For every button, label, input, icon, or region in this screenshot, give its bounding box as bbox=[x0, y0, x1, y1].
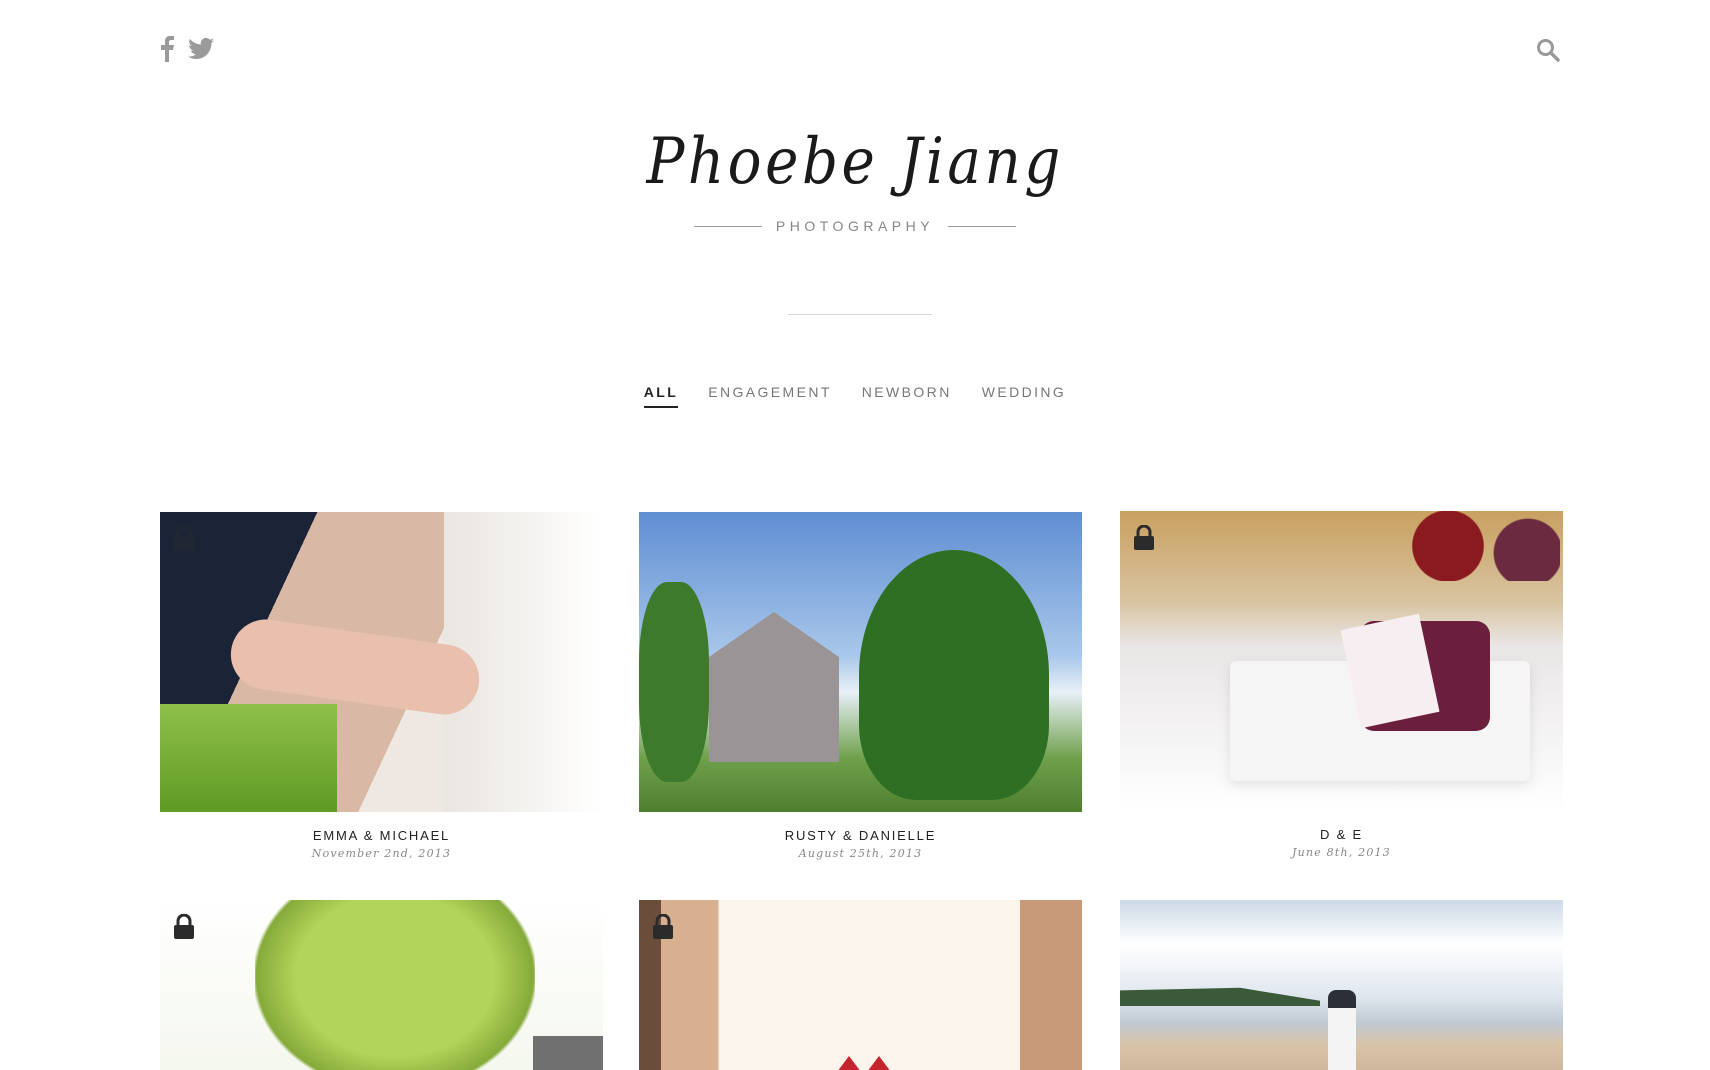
gallery-thumbnail[interactable] bbox=[160, 512, 603, 812]
gallery-date: August 25th, 2013 bbox=[798, 847, 923, 860]
lock-icon bbox=[652, 913, 674, 945]
search-icon[interactable] bbox=[1536, 38, 1560, 67]
photo-detail bbox=[859, 550, 1049, 800]
photo-detail bbox=[255, 900, 535, 1070]
gallery-title[interactable]: EMMA & MICHAEL bbox=[160, 828, 603, 843]
photo-detail bbox=[533, 1036, 603, 1070]
gallery-card-4[interactable] bbox=[160, 900, 603, 1070]
filter-all[interactable]: ALL bbox=[643, 384, 679, 408]
filter-engagement[interactable]: ENGAGEMENT bbox=[708, 384, 832, 408]
logo-rule-right bbox=[948, 225, 1017, 227]
logo-rule-left bbox=[693, 225, 762, 227]
gallery-thumbnail[interactable] bbox=[160, 900, 603, 1070]
filter-newborn[interactable]: NEWBORN bbox=[862, 384, 952, 408]
photo-detail bbox=[709, 612, 839, 762]
lock-icon bbox=[173, 525, 195, 557]
filter-wedding[interactable]: WEDDING bbox=[982, 384, 1066, 408]
site-logo[interactable]: Phoebe Jiang PHOTOGRAPHY bbox=[0, 125, 1710, 234]
category-filter: ALL ENGAGEMENT NEWBORN WEDDING bbox=[0, 384, 1710, 408]
logo-subtitle-row: PHOTOGRAPHY bbox=[0, 218, 1710, 234]
gallery-thumbnail[interactable] bbox=[639, 900, 1082, 1070]
photo-detail bbox=[834, 1056, 894, 1070]
gallery-thumbnail[interactable] bbox=[639, 512, 1082, 812]
gallery-caption: D & E June 8th, 2013 bbox=[1120, 827, 1563, 859]
header-divider bbox=[788, 314, 932, 315]
lock-icon bbox=[173, 913, 195, 945]
gallery-card-5[interactable] bbox=[639, 900, 1082, 1070]
gallery-title[interactable]: RUSTY & DANIELLE bbox=[639, 828, 1082, 843]
facebook-icon[interactable] bbox=[160, 36, 174, 62]
gallery-card-6[interactable] bbox=[1120, 900, 1563, 1070]
logo-name: Phoebe Jiang bbox=[646, 125, 1064, 199]
gallery-thumbnail[interactable] bbox=[1120, 900, 1563, 1070]
gallery-thumbnail[interactable] bbox=[1120, 511, 1563, 811]
lock-icon bbox=[1133, 524, 1155, 556]
gallery-card-rusty-danielle[interactable]: RUSTY & DANIELLE August 25th, 2013 bbox=[639, 512, 1082, 860]
photo-detail bbox=[1328, 990, 1356, 1070]
photo-detail bbox=[160, 704, 338, 812]
gallery-date: June 8th, 2013 bbox=[1292, 846, 1391, 859]
photo-detail bbox=[639, 582, 709, 782]
photo-detail bbox=[1400, 511, 1560, 581]
social-links bbox=[160, 36, 214, 62]
gallery-caption: RUSTY & DANIELLE August 25th, 2013 bbox=[639, 828, 1082, 860]
gallery-card-emma-michael[interactable]: EMMA & MICHAEL November 2nd, 2013 bbox=[160, 512, 603, 860]
gallery-caption: EMMA & MICHAEL November 2nd, 2013 bbox=[160, 828, 603, 860]
gallery-date: November 2nd, 2013 bbox=[311, 847, 452, 860]
gallery-card-d-e[interactable]: D & E June 8th, 2013 bbox=[1120, 511, 1563, 859]
twitter-icon[interactable] bbox=[188, 38, 214, 60]
gallery-title[interactable]: D & E bbox=[1120, 827, 1563, 842]
logo-subtitle: PHOTOGRAPHY bbox=[775, 218, 935, 234]
photo-detail bbox=[1120, 987, 1320, 1006]
